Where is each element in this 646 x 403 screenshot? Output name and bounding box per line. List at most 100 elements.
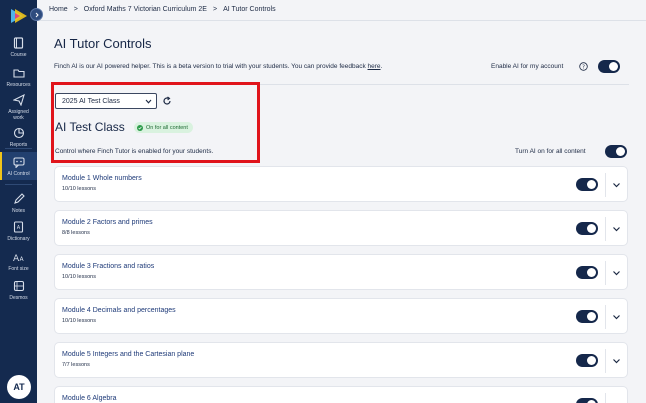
module-lessons: 8/8 lessons (62, 230, 90, 236)
sidebar-item-label: Assigned work (8, 109, 29, 121)
turn-on-all-label: Turn AI on for all content (515, 148, 586, 155)
check-icon (137, 124, 143, 131)
module-toggle[interactable] (576, 354, 598, 367)
breadcrumb-separator: > (212, 6, 218, 13)
sidebar-item-label: Font size (8, 266, 29, 272)
sidebar-collapse-button[interactable] (30, 8, 43, 21)
module-toggle[interactable] (576, 222, 598, 235)
chevron-down-icon[interactable] (612, 357, 621, 365)
enable-ai-toggle[interactable] (598, 60, 620, 73)
sidebar-item-label: Resources (6, 82, 31, 88)
page-title: AI Tutor Controls (54, 36, 152, 51)
sidebar-item-reports[interactable]: Reports (0, 126, 37, 148)
breadcrumb-current: AI Tutor Controls (223, 6, 276, 13)
breadcrumb-separator: > (73, 6, 78, 13)
class-select[interactable]: 2025 AI Test Class (55, 93, 157, 109)
svg-text:A: A (17, 225, 21, 231)
module-title: Module 1 Whole numbers (62, 175, 142, 182)
module-divider (605, 305, 606, 329)
pencil-icon (12, 192, 26, 206)
sidebar-divider (5, 148, 32, 149)
module-card: Module 2 Factors and primes 8/8 lessons (54, 210, 628, 246)
avatar[interactable]: AT (7, 375, 31, 399)
module-card: Module 3 Fractions and ratios 10/10 less… (54, 254, 628, 290)
module-toggle[interactable] (576, 178, 598, 191)
status-badge: On for all content (134, 122, 193, 133)
module-card: Module 5 Integers and the Cartesian plan… (54, 342, 628, 378)
sidebar-item-label: Dictionary (7, 236, 30, 242)
module-title: Module 5 Integers and the Cartesian plan… (62, 351, 195, 358)
chevron-down-icon[interactable] (612, 181, 621, 189)
sidebar-item-dictionary[interactable]: A Dictionary (0, 220, 37, 242)
ai-chat-icon (12, 155, 26, 169)
module-divider (605, 261, 606, 285)
toggle-knob (587, 312, 596, 321)
class-name: AI Test Class (55, 120, 125, 134)
toggle-knob (587, 268, 596, 277)
module-title: Module 3 Fractions and ratios (62, 263, 155, 270)
chevron-down-icon[interactable] (612, 225, 621, 233)
toggle-knob (609, 62, 618, 71)
module-card: Module 6 Algebra (54, 386, 628, 403)
enable-ai-label: Enable AI for my account (491, 63, 564, 70)
sidebar-item-label: Notes (11, 208, 26, 214)
breadcrumb-home[interactable]: Home (49, 6, 68, 13)
sidebar-item-desmos[interactable]: Desmos (0, 279, 37, 301)
paper-plane-icon (12, 93, 26, 107)
module-lessons: 7/7 lessons (62, 362, 90, 368)
chevron-down-icon[interactable] (612, 313, 621, 321)
svg-text:?: ? (582, 65, 585, 71)
sidebar-item-font-size[interactable]: AA Font size (0, 250, 37, 272)
intro-text-body: Finch AI is our AI powered helper. This … (54, 63, 368, 70)
module-divider (605, 393, 606, 403)
toggle-knob (587, 224, 596, 233)
sidebar-item-course[interactable]: Course (0, 36, 37, 58)
breadcrumb: Home > Oxford Maths 7 Victorian Curricul… (49, 6, 276, 13)
module-title: Module 4 Decimals and percentages (62, 307, 176, 314)
sidebar-divider (5, 184, 32, 185)
module-divider (605, 173, 606, 197)
module-toggle[interactable] (576, 310, 598, 323)
font-size-icon: AA (12, 250, 26, 264)
chevron-down-icon (145, 99, 152, 104)
module-card: Module 1 Whole numbers 10/10 lessons (54, 166, 628, 202)
dictionary-icon: A (12, 220, 26, 234)
folder-icon (12, 66, 26, 80)
sidebar-item-label: AI Control (7, 171, 30, 177)
breadcrumb-course[interactable]: Oxford Maths 7 Victorian Curriculum 2E (84, 6, 207, 13)
sidebar: Course Resources Assigned work Reports A… (0, 0, 37, 403)
class-select-value: 2025 AI Test Class (62, 97, 120, 105)
feedback-link[interactable]: here (368, 63, 381, 70)
toggle-knob (616, 147, 625, 156)
sidebar-item-notes[interactable]: Notes (0, 192, 37, 214)
module-lessons: 10/10 lessons (62, 186, 96, 192)
intro-text: Finch AI is our AI powered helper. This … (54, 63, 382, 70)
main-content: Home > Oxford Maths 7 Victorian Curricul… (37, 0, 646, 403)
header-divider (37, 20, 646, 21)
module-divider (605, 349, 606, 373)
module-lessons: 10/10 lessons (62, 318, 96, 324)
app-logo-icon[interactable] (6, 6, 32, 26)
module-toggle[interactable] (576, 266, 598, 279)
module-title: Module 2 Factors and primes (62, 219, 153, 226)
module-lessons: 10/10 lessons (62, 274, 96, 280)
sidebar-item-resources[interactable]: Resources (0, 66, 37, 88)
turn-on-all-toggle[interactable] (605, 145, 627, 158)
book-icon (12, 36, 26, 50)
sidebar-item-assigned-work[interactable]: Assigned work (0, 93, 37, 121)
section-divider (54, 84, 629, 85)
toggle-knob (587, 180, 596, 189)
module-card: Module 4 Decimals and percentages 10/10 … (54, 298, 628, 334)
chevron-right-icon (35, 12, 39, 17)
intro-text-end: . (380, 63, 383, 70)
module-title: Module 6 Algebra (62, 395, 117, 402)
help-icon[interactable]: ? (579, 62, 588, 71)
sidebar-item-label: Desmos (9, 295, 28, 301)
chart-icon (12, 126, 26, 140)
toggle-knob (587, 356, 596, 365)
chevron-down-icon[interactable] (612, 269, 621, 277)
refresh-icon[interactable] (162, 96, 172, 106)
sidebar-item-ai-control[interactable]: AI Control (0, 152, 37, 180)
module-toggle[interactable] (576, 398, 598, 403)
svg-text:A: A (19, 256, 24, 263)
